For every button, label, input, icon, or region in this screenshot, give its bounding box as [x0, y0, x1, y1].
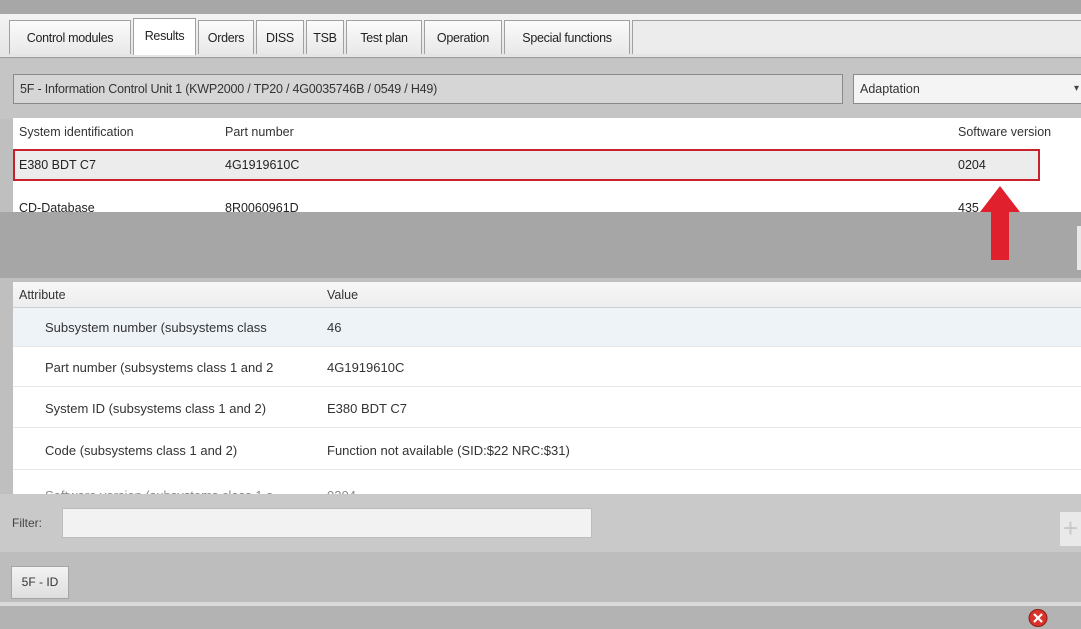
column-header-value[interactable]: Value [327, 282, 358, 308]
table-row-selected[interactable]: E380 BDT C7 4G1919610C 0204 [13, 150, 1081, 180]
bottom-tab-bar [0, 552, 1081, 602]
tab-results[interactable]: Results [133, 18, 196, 55]
filter-label: Filter: [12, 516, 42, 530]
table-row[interactable]: CD-Database 8R0060961D 435 [13, 193, 1081, 212]
table-row[interactable]: Part number (subsystems class 1 and 2 4G… [13, 348, 1081, 387]
add-button[interactable]: + [1060, 512, 1081, 546]
cell-system-identification: E380 BDT C7 [19, 158, 96, 172]
cell-value: 0204 [327, 476, 356, 494]
window-top-strip [0, 0, 1081, 14]
tab-control-modules[interactable]: Control modules [9, 20, 131, 54]
table-row[interactable]: Subsystem number (subsystems class 46 [13, 308, 1081, 347]
tab-test-plan[interactable]: Test plan [346, 20, 422, 54]
table-row[interactable]: Software version (subsystems class 1 a 0… [13, 476, 1081, 494]
cell-attribute: Software version (subsystems class 1 a [45, 476, 273, 494]
close-icon[interactable] [1028, 609, 1048, 627]
chevron-down-icon: ▾ [1073, 83, 1079, 94]
cell-attribute: System ID (subsystems class 1 and 2) [45, 401, 267, 416]
column-header-part-number[interactable]: Part number [225, 118, 294, 146]
tab-5f-id[interactable]: 5F - ID [11, 566, 69, 599]
table-row[interactable]: System ID (subsystems class 1 and 2) E38… [13, 389, 1081, 428]
cell-attribute: Subsystem number (subsystems class [45, 320, 267, 335]
status-bar [0, 606, 1081, 629]
cell-attribute: Part number (subsystems class 1 and 2 [45, 360, 274, 375]
tab-tsb[interactable]: TSB [306, 20, 344, 54]
tab-special-functions[interactable]: Special functions [504, 20, 630, 54]
cell-part-number: 8R0060961D [225, 201, 299, 212]
cell-value: 46 [327, 320, 342, 335]
ecu-title: 5F - Information Control Unit 1 (KWP2000… [13, 74, 843, 104]
column-header-attribute[interactable]: Attribute [19, 282, 66, 308]
table-row[interactable]: Code (subsystems class 1 and 2) Function… [13, 431, 1081, 470]
splitter-area [0, 212, 1081, 278]
cell-system-identification: CD-Database [19, 201, 95, 212]
attribute-table-header: Attribute Value [13, 282, 1081, 308]
mode-select[interactable]: Adaptation ▾ [853, 74, 1081, 104]
tab-orders[interactable]: Orders [198, 20, 254, 54]
cell-value: E380 BDT C7 [327, 401, 407, 416]
tab-bar-filler [632, 20, 1081, 54]
side-handle[interactable] [1077, 226, 1081, 270]
cell-attribute: Code (subsystems class 1 and 2) [45, 443, 238, 458]
column-header-software-version[interactable]: Software version [958, 118, 1051, 146]
cell-value: Function not available (SID:$22 NRC:$31) [327, 443, 570, 458]
identification-table-header: System identification Part number Softwa… [13, 118, 1081, 146]
attribute-table: Attribute Value Subsystem number (subsys… [13, 282, 1081, 494]
tab-diss[interactable]: DISS [256, 20, 304, 54]
column-header-system-identification[interactable]: System identification [19, 118, 134, 146]
filter-input[interactable] [62, 508, 592, 538]
cell-software-version: 435 [958, 201, 979, 212]
cell-part-number: 4G1919610C [225, 158, 300, 172]
red-up-arrow-icon [980, 186, 1020, 260]
mode-select-value: Adaptation [860, 82, 920, 96]
cell-value: 4G1919610C [327, 360, 405, 375]
tab-bar: Control modules Results Orders DISS TSB … [0, 14, 1081, 58]
cell-software-version: 0204 [958, 158, 986, 172]
tab-operation[interactable]: Operation [424, 20, 502, 54]
